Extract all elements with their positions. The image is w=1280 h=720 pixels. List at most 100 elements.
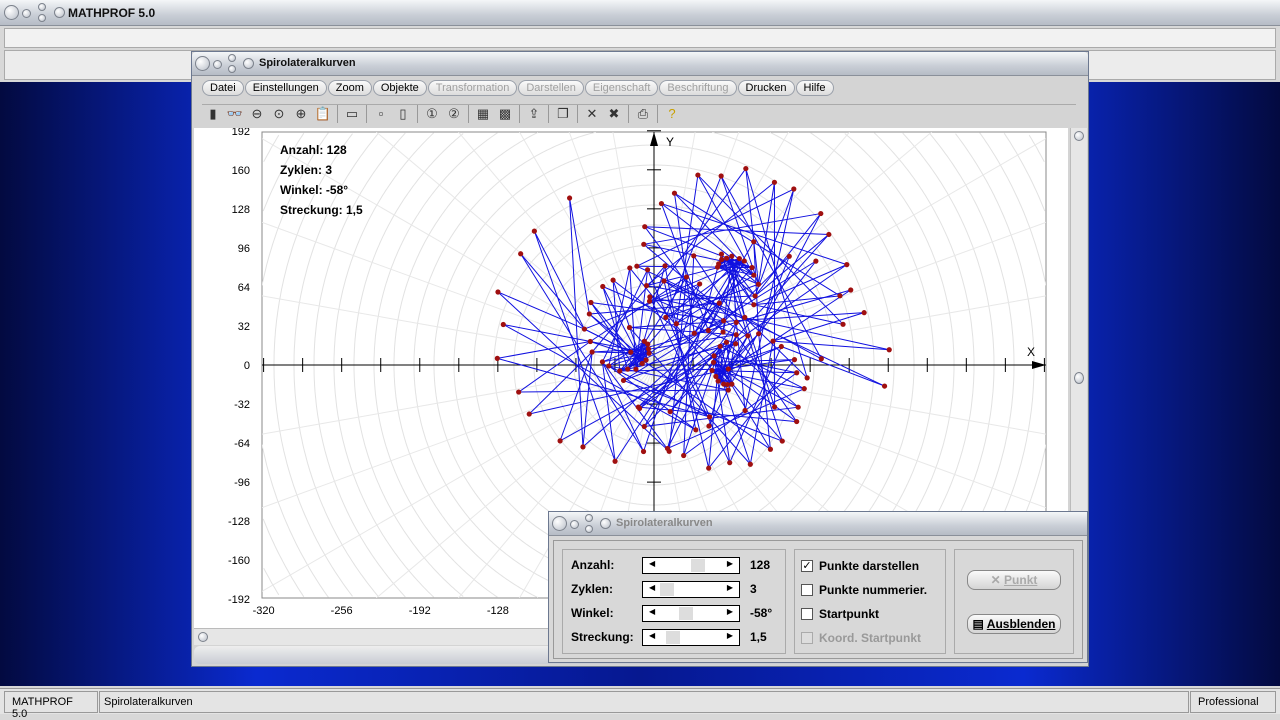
app-menu-icon[interactable] <box>4 5 19 20</box>
minimize-icon[interactable] <box>22 9 31 18</box>
clipboard-icon[interactable]: 📋 <box>314 105 332 123</box>
checkbox[interactable]: ✓ <box>801 560 813 572</box>
export-icon[interactable]: ⇪ <box>525 105 543 123</box>
curve-point <box>625 366 631 372</box>
checkbox-label: Punkte darstellen <box>819 559 920 573</box>
curve-point <box>727 460 733 466</box>
param-slider[interactable]: ◀ ▶ <box>642 629 740 646</box>
zoom-in-icon[interactable]: ⊕ <box>292 105 310 123</box>
checkbox[interactable] <box>801 584 813 596</box>
curve-point <box>640 448 647 455</box>
curve-point <box>647 294 653 300</box>
zoom-reset-icon[interactable]: ⊙ <box>270 105 288 123</box>
curve-point <box>644 267 651 273</box>
pages-icon[interactable]: ❐ <box>554 105 572 123</box>
curve-point <box>818 210 824 217</box>
menu-datei[interactable]: Datei <box>202 80 244 96</box>
param-slider[interactable]: ◀ ▶ <box>642 557 740 574</box>
cross-icon[interactable]: ✕ <box>583 105 601 123</box>
curve-point <box>557 438 563 444</box>
maximize-icon[interactable] <box>228 54 236 62</box>
curve-point <box>881 383 888 389</box>
slider-thumb[interactable] <box>691 559 706 572</box>
arrow-right-icon[interactable]: ▶ <box>727 559 733 568</box>
toolbar-separator <box>577 105 578 123</box>
arrow-left-icon[interactable]: ◀ <box>649 583 655 592</box>
window-layout-icon[interactable]: ▭ <box>343 105 361 123</box>
close-icon[interactable] <box>228 65 236 73</box>
tick-label: 192 <box>232 128 250 138</box>
copy-image-icon[interactable]: ▩ <box>496 105 514 123</box>
menu-objekte[interactable]: Objekte <box>372 80 427 96</box>
checkbox-label: Koord. Startpunkt <box>819 631 921 645</box>
boxes-icon[interactable]: ▯ <box>394 105 412 123</box>
checkbox[interactable] <box>801 608 813 620</box>
arrow-right-icon[interactable]: ▶ <box>727 631 733 640</box>
checkbox <box>801 632 813 644</box>
zoom-out-icon[interactable]: ⊖ <box>248 105 266 123</box>
menu-hilfe[interactable]: Hilfe <box>795 80 834 96</box>
checkbox-label: Punkte nummerier. <box>819 583 928 597</box>
parameter-group: Anzahl: ◀ ▶ 128 Zyklen: ◀ ▶ 3 Winkel: ◀ ▶ -58… <box>562 549 786 654</box>
menu-einstellungen[interactable]: Einstellungen <box>244 80 327 96</box>
ausblenden-button[interactable]: ▤ Ausblenden <box>967 614 1061 634</box>
circle-2-icon[interactable]: ② <box>445 105 463 123</box>
curve-point <box>713 373 719 379</box>
slider-thumb[interactable] <box>678 607 693 620</box>
status-module: Spirolateralkurven <box>99 691 1189 713</box>
cross-double-icon[interactable]: ✖ <box>605 105 623 123</box>
curve-point <box>813 258 819 264</box>
param-slider[interactable]: ◀ ▶ <box>642 605 740 622</box>
punkt-button[interactable]: ✕ Punkt <box>967 570 1061 590</box>
menu-darstellen[interactable]: Darstellen <box>518 80 584 96</box>
parameter-dialog: Spirolateralkurven Anzahl: ◀ ▶ 128 Zyklen:… <box>548 511 1088 663</box>
circle-1-icon[interactable]: ① <box>423 105 441 123</box>
close-icon[interactable] <box>585 525 593 533</box>
minimize-icon[interactable] <box>570 520 579 529</box>
window-icon[interactable]: ▮ <box>204 105 222 123</box>
curve-point <box>620 377 627 384</box>
window-menu-icon[interactable] <box>195 56 210 71</box>
arrow-left-icon[interactable]: ◀ <box>649 631 655 640</box>
arrow-right-icon[interactable]: ▶ <box>727 607 733 616</box>
menu-eigenschaft[interactable]: Eigenschaft <box>584 80 659 96</box>
scroll-thumb[interactable] <box>1074 372 1084 384</box>
box-icon[interactable]: ▫ <box>372 105 390 123</box>
param-value: 3 <box>750 582 757 596</box>
curve-point <box>526 411 532 417</box>
minimize-icon[interactable] <box>213 60 222 69</box>
tick-label: 128 <box>232 204 250 216</box>
x-axis-label: X <box>1027 345 1035 359</box>
help-icon[interactable]: ? <box>663 105 681 123</box>
menu-beschriftung[interactable]: Beschriftung <box>659 80 737 96</box>
curve-point <box>716 300 722 306</box>
arrow-left-icon[interactable]: ◀ <box>649 559 655 568</box>
slider-thumb[interactable] <box>660 583 675 596</box>
table-icon[interactable]: ▦ <box>474 105 492 123</box>
menu-transformation[interactable]: Transformation <box>427 80 518 96</box>
tick-label: -320 <box>253 605 275 617</box>
arrow-right-icon[interactable]: ▶ <box>727 583 733 592</box>
app-title: MATHPROF 5.0 <box>68 6 156 20</box>
curve-point <box>771 179 778 185</box>
curve-point <box>695 172 701 178</box>
maximize-icon[interactable] <box>38 3 46 11</box>
print-icon[interactable]: ⎙ <box>634 105 652 123</box>
curve-point <box>662 263 668 269</box>
menu-drucken[interactable]: Drucken <box>737 80 795 96</box>
app-menubar <box>4 28 1276 48</box>
param-slider[interactable]: ◀ ▶ <box>642 581 740 598</box>
curve-point <box>716 261 722 267</box>
punkt-label: Punkt <box>1004 573 1038 587</box>
curve-point <box>724 255 730 261</box>
curve-point <box>500 321 506 328</box>
checkbox-label: Startpunkt <box>819 607 879 621</box>
curve-point <box>721 318 727 324</box>
param-value: -58° <box>750 606 773 620</box>
slider-thumb[interactable] <box>666 631 681 644</box>
close-icon[interactable] <box>38 14 46 22</box>
glasses-icon[interactable]: 👓 <box>226 105 244 123</box>
arrow-left-icon[interactable]: ◀ <box>649 607 655 616</box>
menu-zoom[interactable]: Zoom <box>327 80 372 96</box>
curve-point <box>795 404 801 410</box>
